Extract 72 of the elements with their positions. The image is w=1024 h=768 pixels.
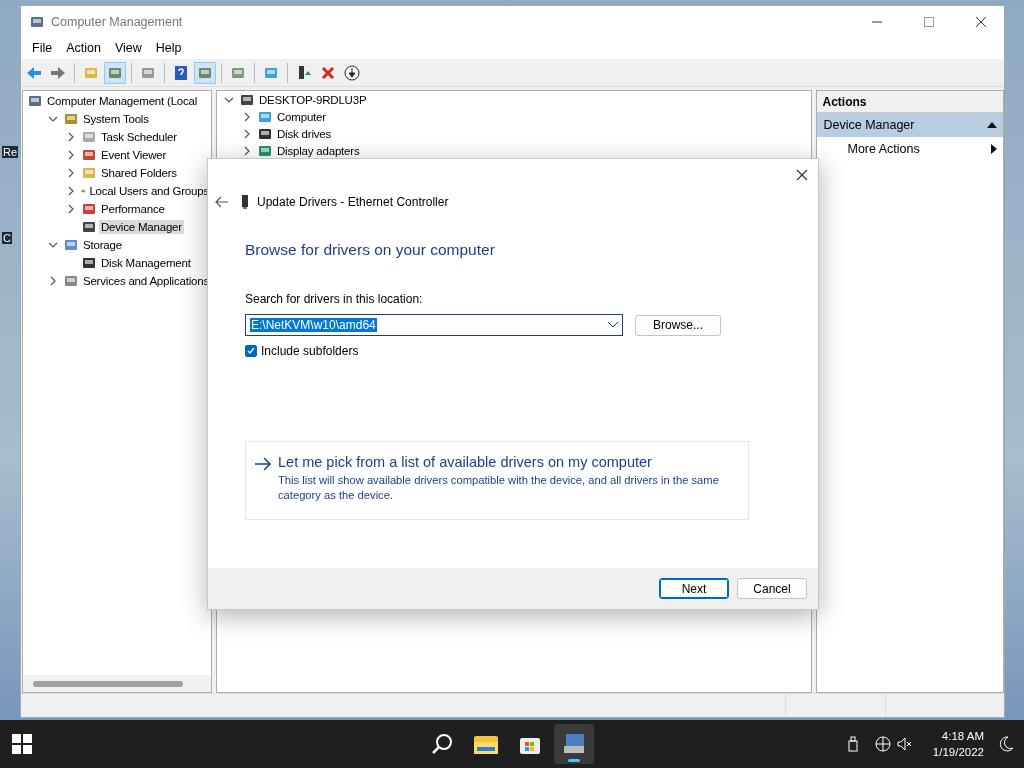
device-update-icon (296, 64, 312, 81)
tree-item[interactable]: Storage (81, 238, 124, 252)
submenu-arrow-icon (991, 144, 997, 154)
tree-item[interactable]: Local Users and Groups (87, 184, 211, 198)
close-icon (976, 16, 986, 27)
delete-icon (321, 65, 335, 80)
option-title: Let me pick from a list of available drivers on my computer (278, 454, 653, 470)
action-item[interactable]: More Actions (817, 137, 1003, 161)
path-combo-field[interactable]: E:\NetKVM\w10\amd64 (245, 314, 623, 336)
chevron-down-icon[interactable] (48, 114, 58, 124)
menu-item[interactable]: Help (148, 41, 189, 55)
help-icon (173, 64, 189, 81)
chevron-right-icon[interactable] (242, 145, 252, 156)
tree-item[interactable]: Device Manager (99, 220, 184, 234)
scrollbar[interactable] (23, 675, 211, 692)
close-icon[interactable] (794, 167, 810, 183)
menu-item[interactable]: File (25, 41, 60, 55)
tree-item[interactable]: Computer Management (Local (45, 94, 200, 108)
back-arrow-icon (26, 64, 42, 81)
actions-section[interactable]: Device Manager (817, 113, 1003, 137)
chevron-down-icon[interactable] (48, 240, 58, 250)
field-label: Search for drivers in this location: (245, 292, 424, 306)
tree-item[interactable]: Disk drives (275, 126, 334, 141)
actions-header: Actions (817, 91, 1003, 113)
storage-icon (63, 237, 79, 253)
tree-item[interactable]: Event Viewer (99, 148, 169, 162)
right-arrow-icon (254, 457, 272, 471)
option-description: This list will show available drivers compatible with the device, and all drivers in the same category as the device. (278, 473, 720, 503)
chevron-right-icon[interactable] (242, 111, 252, 122)
tree-item[interactable]: Computer (275, 109, 328, 124)
chevron-right-icon[interactable] (48, 276, 58, 286)
checkbox[interactable] (245, 345, 257, 357)
forward-arrow-icon (50, 64, 66, 81)
desktop-icon-label[interactable]: C (2, 232, 12, 244)
usb-icon[interactable] (846, 736, 859, 752)
dialog-title: Update Drivers - Ethernet Controller (257, 195, 449, 209)
tree-item[interactable]: System Tools (81, 112, 151, 126)
tree-item[interactable]: Shared Folders (99, 166, 179, 180)
windows-logo-icon (12, 734, 32, 754)
checkbox-label: Include subfolders (261, 344, 359, 358)
globe-icon[interactable] (874, 736, 891, 752)
moon-icon[interactable] (998, 736, 1014, 752)
browse-button[interactable]: Browse... (635, 314, 721, 336)
maximize-icon (924, 16, 934, 27)
tree-item[interactable]: Display adapters (275, 143, 362, 158)
option-card[interactable]: Let me pick from a list of available drivers on my computer This list will show available drivers compatible with the device, and all drivers in the same category as the device. (245, 441, 749, 520)
folder-icon (81, 165, 97, 181)
menu-item[interactable]: Action (59, 41, 108, 55)
collapse-icon (987, 122, 997, 128)
tree-item[interactable]: DESKTOP-9RDLU3P (257, 92, 369, 107)
computer-management-icon (562, 733, 586, 755)
muted-speaker-icon[interactable] (896, 736, 913, 752)
next-button[interactable]: Next (659, 578, 729, 599)
computer-icon (27, 93, 43, 109)
taskbar-app[interactable] (554, 724, 594, 764)
device-icon (241, 195, 249, 209)
dialog-heading: Browse for drivers on your computer (245, 241, 496, 259)
clock[interactable]: 4:18 AM 1/19/2022 (932, 728, 984, 760)
device-icon (81, 219, 97, 235)
chevron-right-icon[interactable] (242, 128, 252, 139)
folder-icon (474, 734, 498, 754)
tree-item[interactable]: Disk Management (99, 256, 193, 270)
cancel-button[interactable]: Cancel (737, 578, 807, 599)
window-title: Computer Management (51, 14, 184, 29)
search-icon (431, 733, 453, 755)
menu-item[interactable]: View (107, 41, 149, 55)
back-arrow-icon[interactable] (215, 196, 229, 208)
tree-item[interactable]: Performance (99, 202, 167, 216)
tree-item[interactable]: Services and Applications (80, 274, 211, 288)
desktop-icon-label[interactable]: Re (2, 146, 19, 158)
dropdown-icon (608, 322, 618, 328)
tree-item[interactable]: Task Scheduler (99, 130, 179, 144)
